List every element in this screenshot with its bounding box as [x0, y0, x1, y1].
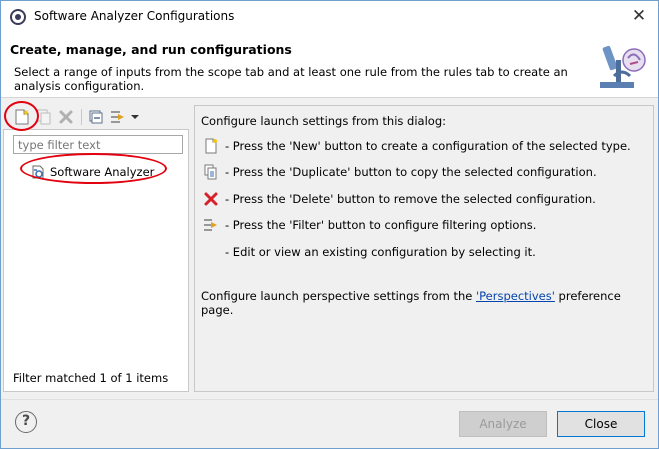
help-text-delete: - Press the 'Delete' button to remove th…: [225, 192, 596, 206]
software-analyzer-icon: [32, 165, 44, 179]
perspective-prefix: Configure launch perspective settings fr…: [201, 289, 476, 303]
duplicate-icon[interactable]: [35, 108, 53, 126]
perspectives-link[interactable]: 'Perspectives': [476, 289, 555, 303]
help-row-edit: - Edit or view an existing configuration…: [203, 243, 536, 261]
help-text-edit: - Edit or view an existing configuration…: [225, 245, 536, 259]
help-row-duplicate: - Press the 'Duplicate' button to copy t…: [203, 163, 597, 181]
help-row-delete: - Press the 'Delete' button to remove th…: [203, 190, 596, 208]
help-row-new: - Press the 'New' button to create a con…: [203, 137, 631, 155]
help-text-duplicate: - Press the 'Duplicate' button to copy t…: [225, 165, 597, 179]
config-toolbar: [3, 105, 189, 129]
title-bar: Software Analyzer Configurations ✕: [1, 1, 658, 32]
tree-item-software-analyzer[interactable]: Software Analyzer: [28, 162, 158, 182]
new-configuration-icon[interactable]: [13, 108, 31, 126]
dialog-header: Create, manage, and run configurations S…: [1, 32, 658, 98]
header-description: Select a range of inputs from the scope …: [14, 65, 568, 93]
filter-status: Filter matched 1 of 1 items: [13, 371, 169, 385]
analyze-button[interactable]: Analyze: [459, 411, 547, 437]
help-icon[interactable]: ?: [15, 411, 37, 433]
intro-text: Configure launch settings from this dial…: [201, 114, 446, 128]
delete-icon: [204, 192, 218, 206]
close-window-button[interactable]: ✕: [628, 5, 650, 27]
app-icon: [10, 9, 26, 25]
new-icon: [205, 138, 217, 154]
help-text-filter: - Press the 'Filter' button to configure…: [225, 218, 537, 232]
configuration-tree-panel: Software Analyzer Filter matched 1 of 1 …: [3, 129, 189, 392]
filter-input[interactable]: [13, 135, 183, 154]
delete-icon[interactable]: [57, 108, 75, 126]
dialog-window: Software Analyzer Configurations ✕ Creat…: [0, 0, 659, 449]
collapse-all-icon[interactable]: [87, 108, 105, 126]
header-title: Create, manage, and run configurations: [10, 42, 292, 57]
perspective-text: Configure launch perspective settings fr…: [201, 289, 653, 317]
help-row-filter: - Press the 'Filter' button to configure…: [203, 216, 536, 234]
filter-icon[interactable]: [109, 108, 127, 126]
help-text-new: - Press the 'New' button to create a con…: [225, 139, 631, 153]
tree-item-label: Software Analyzer: [50, 165, 155, 179]
toolbar-separator: [81, 109, 82, 125]
close-button[interactable]: Close: [557, 411, 645, 437]
duplicate-icon: [204, 164, 217, 180]
dropdown-arrow-icon[interactable]: [129, 108, 141, 126]
microscope-icon: [600, 45, 646, 88]
launch-settings-panel: Configure launch settings from this dial…: [194, 105, 654, 392]
footer-divider: [1, 399, 658, 400]
filter-icon: [204, 219, 217, 231]
window-title: Software Analyzer Configurations: [34, 9, 235, 23]
